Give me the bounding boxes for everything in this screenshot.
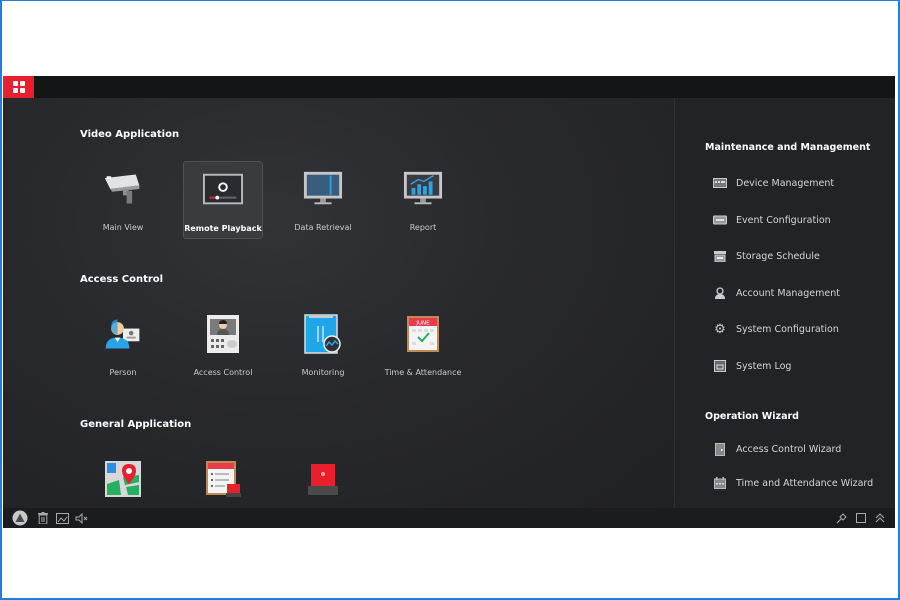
tile-label: Data Retrieval [294,223,352,232]
tile-remote-playback[interactable]: Remote Playback [183,161,263,239]
tile-report[interactable]: Report [383,161,463,239]
tile-main-view[interactable]: Main View [83,161,163,239]
side-item-label: System Configuration [736,323,839,335]
tile-label: Main View [102,223,144,232]
home-button[interactable] [3,76,34,98]
side-item-time-attendance-wizard[interactable]: Time and Attendance Wizard [713,474,873,492]
side-item-label: Event Configuration [736,214,831,226]
section-title-general-application: General Application [80,419,192,430]
grid-icon [12,81,25,93]
gear-icon: ⚙ [714,321,726,337]
tile-label: Access Control [193,368,253,377]
maintenance-title: Maintenance and Management [705,142,871,153]
wizard-title: Operation Wizard [705,411,799,422]
side-item-label: System Log [736,360,792,372]
calendar-icon [713,477,727,489]
tile-person[interactable]: Person [83,306,163,384]
section-title-video-application: Video Application [80,129,180,140]
user-icon [713,287,727,299]
storage-icon [713,250,727,262]
playback-icon [203,170,243,210]
event-list-alarm-icon [203,459,243,499]
door-terminal-icon [203,314,243,354]
pin-icon[interactable] [835,511,847,525]
side-item-label: Storage Schedule [736,250,820,262]
side-item-device-management[interactable]: Device Management [713,174,834,192]
side-item-label: Time and Attendance Wizard [736,477,874,489]
side-item-account-management[interactable]: Account Management [713,284,840,302]
tile-label: Report [409,223,437,232]
door-monitor-icon [303,314,343,354]
side-item-system-log[interactable]: System Log [713,357,791,375]
report-chart-icon [403,169,443,209]
calendar-check-icon: JUNE [403,314,443,354]
camera-icon [103,169,143,209]
side-item-label: Account Management [736,287,840,299]
section-title-access-control: Access Control [80,274,164,285]
app-window: Video Application Main View Remote Playb… [3,76,895,528]
tile-label: Person [109,368,137,377]
side-item-storage-schedule[interactable]: Storage Schedule [713,247,820,265]
map-pin-icon [103,459,143,499]
event-config-icon [713,214,727,226]
trash-icon[interactable] [37,511,49,525]
mute-icon[interactable] [75,511,89,525]
tile-monitoring[interactable]: Monitoring [283,306,363,384]
tile-data-retrieval[interactable]: Data Retrieval [283,161,363,239]
tile-label: Time & Attendance [384,368,462,377]
side-item-label: Access Control Wizard [736,443,842,455]
calendar-month-text: JUNE [415,321,430,327]
device-icon [713,177,727,189]
log-icon [713,360,727,372]
collapse-up-icon[interactable] [874,511,886,525]
maximize-icon[interactable] [855,511,867,525]
side-item-event-configuration[interactable]: Event Configuration [713,211,831,229]
tile-label: Remote Playback [184,224,262,233]
alert-icon[interactable] [12,510,28,526]
tile-label: Monitoring [301,368,345,377]
title-bar [3,76,895,98]
side-item-access-control-wizard[interactable]: Access Control Wizard [713,440,841,458]
tile-access-control[interactable]: Access Control [183,306,263,384]
door-icon [713,442,727,456]
person-card-icon [103,314,143,354]
status-bar [3,508,895,528]
tile-time-attendance[interactable]: JUNE Time & Attendance [383,306,463,384]
side-item-system-configuration[interactable]: ⚙ System Configuration [713,320,839,338]
image-icon[interactable] [55,511,69,525]
right-panel: Maintenance and Management Device Manage… [675,98,895,508]
side-item-label: Device Management [736,177,835,189]
alarm-light-icon [303,459,343,499]
main-panel: Video Application Main View Remote Playb… [3,98,674,508]
monitor-retrieval-icon [303,169,343,209]
